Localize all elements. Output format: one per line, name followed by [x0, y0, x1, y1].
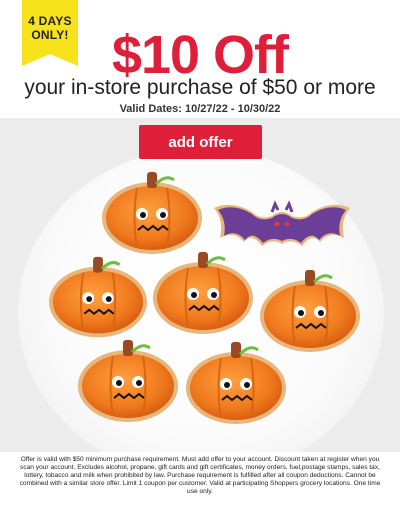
- pumpkin-cookie-icon: [76, 338, 180, 424]
- pumpkin-cookie-icon: [151, 250, 255, 336]
- pumpkin-cookie-icon: [184, 340, 288, 426]
- pumpkin-cookie-icon: [100, 170, 204, 256]
- pumpkin-cookie-icon: [47, 255, 149, 339]
- pumpkin-cookie-icon: [258, 268, 362, 354]
- halloween-cookies-image: [47, 170, 362, 426]
- offer-subhead: your in-store purchase of $50 or more: [24, 76, 376, 99]
- bat-cookie-icon: [214, 200, 350, 246]
- offer-disclaimer: Offer is valid with $50 minimum purchase…: [19, 456, 381, 495]
- valid-dates: Valid Dates: 10/27/22 - 10/30/22: [119, 103, 281, 115]
- add-offer-button[interactable]: add offer: [139, 125, 262, 159]
